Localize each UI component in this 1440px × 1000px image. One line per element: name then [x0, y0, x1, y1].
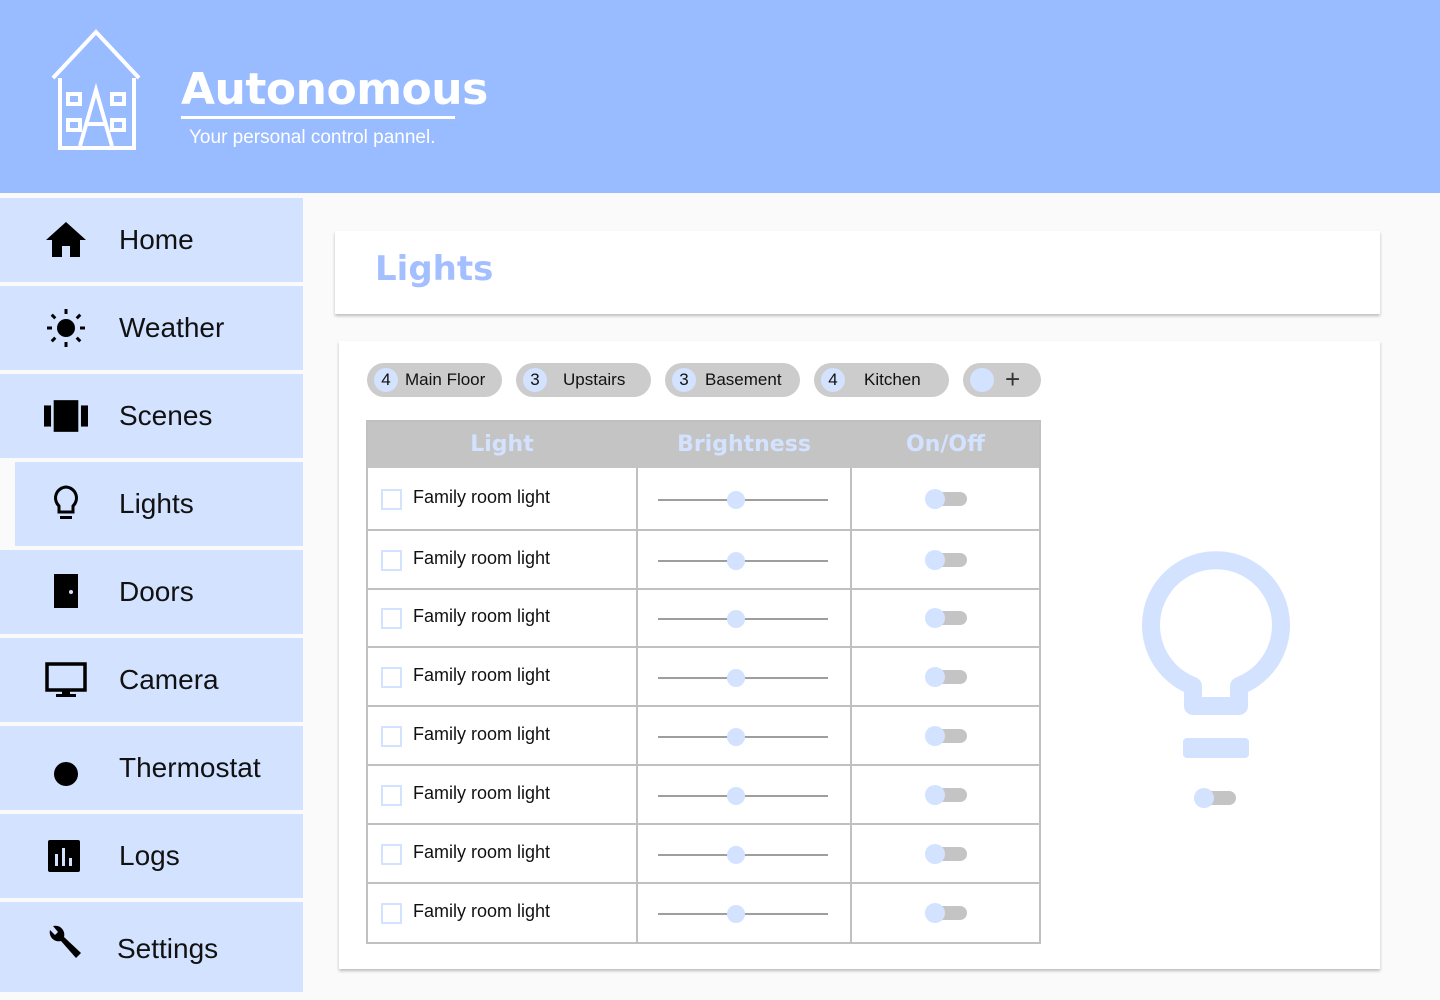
- sidebar-item-label: Camera: [119, 664, 219, 695]
- power-toggle-thumb[interactable]: [925, 488, 945, 509]
- group-chip-kitchen[interactable]: 4 Kitchen: [814, 363, 949, 397]
- sidebar-item-label: Settings: [117, 933, 219, 964]
- row-checkbox[interactable]: [381, 784, 402, 806]
- preview-toggle-thumb[interactable]: [1194, 788, 1214, 808]
- dot-icon: [44, 748, 88, 788]
- sidebar-item-label: Doors: [119, 576, 194, 607]
- light-name: Family room light: [413, 723, 551, 744]
- column-header-brightness: Brightness: [677, 432, 811, 457]
- add-group-button[interactable]: +: [963, 363, 1041, 397]
- row-checkbox[interactable]: [381, 903, 402, 924]
- app-header: Autonomous Your personal control pannel.: [0, 0, 1440, 193]
- sidebar-item-thermostat[interactable]: Thermostat: [0, 726, 303, 810]
- row-checkbox[interactable]: [381, 725, 402, 747]
- table-row: Family room light: [368, 766, 1039, 823]
- wrench-icon: [44, 924, 88, 964]
- group-count-badge: 4: [821, 368, 845, 392]
- table-row: Family room light: [368, 590, 1039, 646]
- brightness-slider-thumb[interactable]: [726, 551, 745, 570]
- table-row: Family room light: [368, 531, 1039, 588]
- sidebar-item-home[interactable]: Home: [0, 198, 303, 282]
- group-count-badge: 4: [374, 368, 398, 392]
- power-toggle-thumb[interactable]: [925, 549, 945, 570]
- row-checkbox[interactable]: [381, 666, 402, 688]
- sidebar-item-label: Weather: [119, 312, 225, 343]
- power-toggle-thumb[interactable]: [925, 784, 945, 805]
- page-title: Lights: [375, 249, 494, 289]
- light-name: Family room light: [413, 841, 551, 862]
- door-icon: [44, 572, 88, 612]
- row-checkbox[interactable]: [381, 549, 402, 571]
- power-toggle-thumb[interactable]: [925, 725, 945, 746]
- table-row: Family room light: [368, 825, 1039, 882]
- group-count-badge: 3: [672, 368, 696, 392]
- bar-chart-icon: [44, 836, 88, 876]
- home-icon: [44, 220, 88, 260]
- house-icon: [51, 29, 141, 150]
- brightness-slider-thumb[interactable]: [726, 905, 745, 923]
- light-name: Family room light: [413, 606, 551, 626]
- sun-icon: [44, 308, 88, 348]
- group-count-badge: 3: [523, 368, 547, 392]
- brightness-slider-thumb[interactable]: [726, 610, 745, 628]
- scenes-icon: [44, 396, 88, 436]
- sidebar-item-label: Thermostat: [119, 752, 261, 783]
- light-name: Family room light: [413, 782, 551, 803]
- sidebar-item-logs[interactable]: Logs: [0, 814, 303, 898]
- sidebar-item-label: Home: [119, 224, 194, 255]
- sidebar-item-label: Scenes: [119, 400, 213, 431]
- brightness-slider-thumb[interactable]: [726, 845, 745, 864]
- group-label: Main Floor: [405, 370, 486, 389]
- row-checkbox[interactable]: [381, 488, 402, 510]
- group-chip-basement[interactable]: 3 Basement: [665, 363, 800, 397]
- app-subtitle: Your personal control pannel.: [189, 127, 436, 148]
- power-toggle-thumb[interactable]: [925, 843, 945, 864]
- table-row: Family room light: [368, 884, 1039, 942]
- row-checkbox[interactable]: [381, 843, 402, 865]
- sidebar-item-camera[interactable]: Camera: [0, 638, 303, 722]
- lightbulb-icon: [1142, 551, 1290, 758]
- plus-icon: +: [1005, 364, 1021, 394]
- lights-table: Light Brightness On/Off Family room ligh…: [366, 420, 1041, 944]
- table-header: Light Brightness On/Off: [368, 422, 1039, 468]
- sidebar-item-scenes[interactable]: Scenes: [0, 374, 303, 458]
- row-checkbox[interactable]: [381, 608, 402, 629]
- sidebar-item-doors[interactable]: Doors: [0, 550, 303, 634]
- power-toggle-thumb[interactable]: [925, 608, 945, 628]
- light-name: Family room light: [413, 664, 551, 685]
- sidebar-item-settings[interactable]: Settings: [0, 902, 303, 992]
- table-row: Family room light: [368, 468, 1039, 529]
- sidebar-item-lights[interactable]: Lights: [15, 462, 303, 546]
- monitor-icon: [44, 660, 88, 700]
- brightness-slider-thumb[interactable]: [726, 786, 745, 805]
- group-label: Kitchen: [864, 370, 921, 389]
- brightness-slider-thumb[interactable]: [726, 668, 745, 687]
- sidebar-item-weather[interactable]: Weather: [0, 286, 303, 370]
- light-name: Family room light: [413, 901, 551, 921]
- group-chip-main-floor[interactable]: 4 Main Floor: [367, 363, 502, 397]
- group-label: Basement: [705, 370, 782, 389]
- brightness-slider-thumb[interactable]: [726, 727, 745, 746]
- light-name: Family room light: [413, 547, 551, 568]
- title-underline: [181, 116, 455, 119]
- brightness-slider-thumb[interactable]: [726, 490, 745, 509]
- light-name: Family room light: [413, 486, 551, 507]
- column-header-light: Light: [470, 432, 534, 457]
- column-header-on-off: On/Off: [906, 432, 985, 457]
- page-title-card: Lights: [335, 231, 1380, 314]
- sidebar-item-label: Logs: [119, 840, 180, 871]
- power-toggle-thumb[interactable]: [925, 903, 945, 923]
- table-row: Family room light: [368, 648, 1039, 705]
- lightbulb-icon: [44, 484, 88, 524]
- group-label: Upstairs: [563, 370, 626, 389]
- table-row: Family room light: [368, 707, 1039, 764]
- add-group-badge: [970, 368, 994, 392]
- power-toggle-thumb[interactable]: [925, 666, 945, 687]
- group-chip-upstairs[interactable]: 3 Upstairs: [516, 363, 651, 397]
- sidebar-item-label: Lights: [119, 488, 194, 519]
- app-title: Autonomous: [181, 64, 488, 115]
